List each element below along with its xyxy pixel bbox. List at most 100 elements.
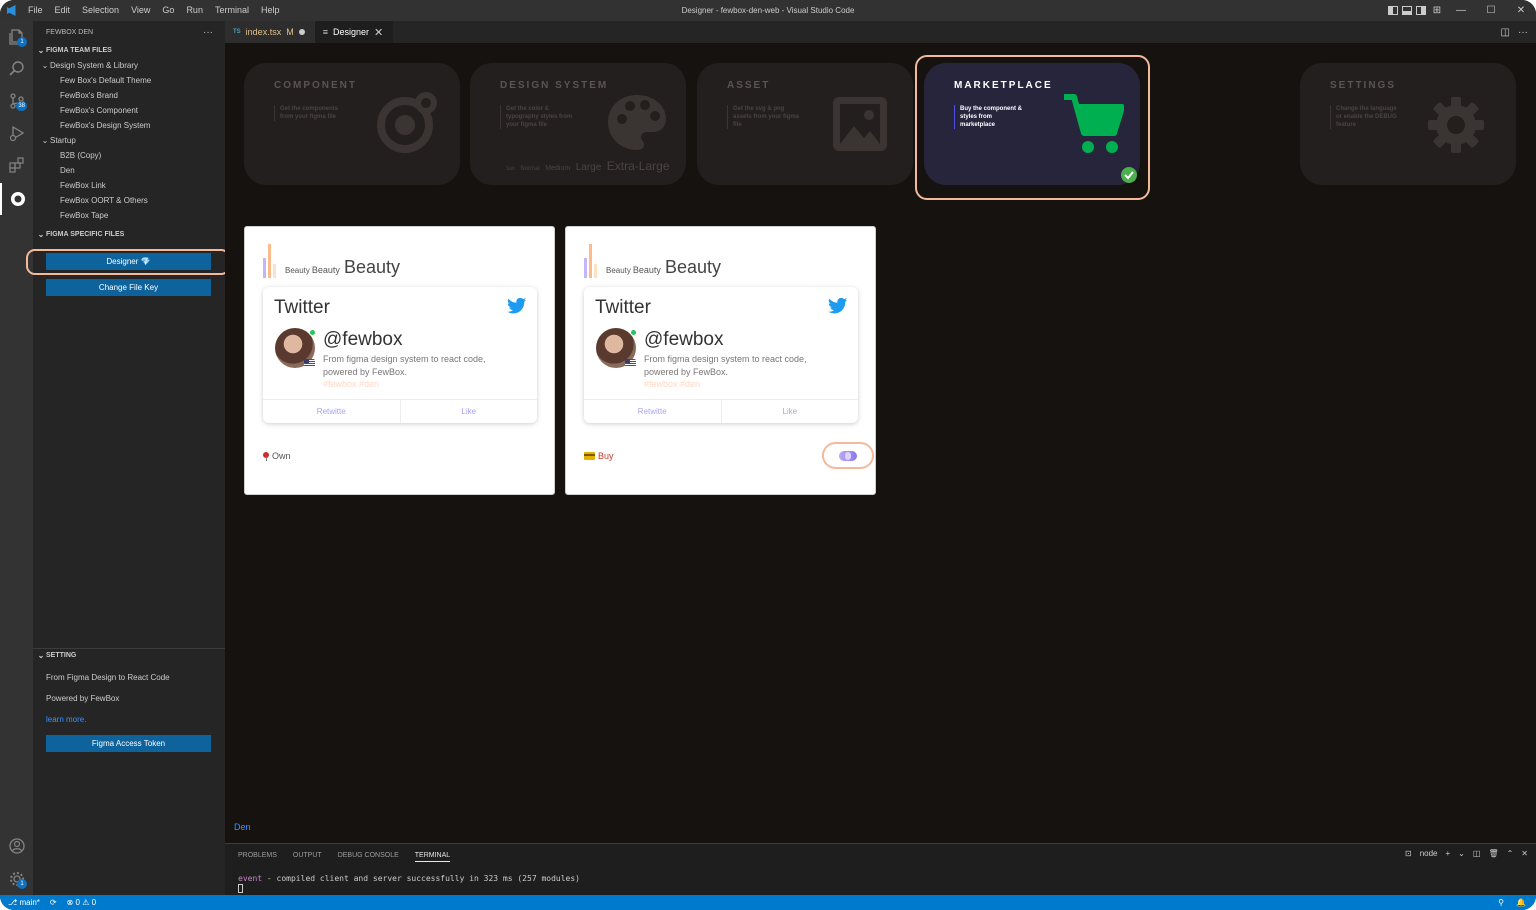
avatar — [275, 328, 316, 368]
marketplace-item-card[interactable]: Beauty Beauty Beauty Twitter @fewbox Fro… — [565, 226, 876, 495]
sidebar-title: FEWBOX DEN — [46, 28, 94, 36]
nav-card-design-system[interactable]: DESIGN SYSTEM Get the color & typography… — [470, 63, 686, 185]
new-terminal-icon[interactable]: + — [1446, 849, 1451, 858]
nav-card-component[interactable]: COMPONENT Get the components from your f… — [244, 63, 460, 185]
search-icon[interactable] — [0, 53, 33, 85]
menu-terminal[interactable]: Terminal — [209, 0, 255, 21]
setting-section-header[interactable]: ⌄ SETTING — [33, 648, 77, 663]
brand-medium-text: Beauty — [311, 265, 340, 275]
nav-card-settings[interactable]: SETTINGS Change the language or enable t… — [1300, 63, 1516, 185]
problems-status[interactable]: ⊗ 0 ⚠ 0 — [67, 898, 96, 907]
trash-icon[interactable]: 🗑 — [1488, 849, 1498, 858]
terminal-name[interactable]: node — [1420, 849, 1438, 858]
fewbox-icon[interactable] — [0, 183, 33, 215]
team-files-title: FIGMA TEAM FILES — [46, 47, 112, 54]
retweet-button[interactable]: Retwitte — [584, 400, 721, 423]
nav-card-description: Change the language or enable the DEBUG … — [1330, 105, 1404, 129]
specific-files-section-header[interactable]: ⌄ FIGMA SPECIFIC FILES — [33, 227, 225, 242]
run-debug-icon[interactable] — [0, 117, 33, 149]
more-actions-icon[interactable]: ··· — [1518, 27, 1528, 38]
tree-item[interactable]: FewBox Link — [33, 178, 225, 193]
team-files-section-header[interactable]: ⌄ FIGMA TEAM FILES — [33, 43, 225, 58]
buy-label[interactable]: Buy — [598, 451, 614, 461]
tree-group-label: Design System & Library — [50, 61, 139, 70]
sync-icon[interactable]: ⟳ — [50, 898, 57, 907]
marketplace-item-card[interactable]: Beauty Beauty Beauty Twitter @fewbox Fro… — [244, 226, 555, 495]
nav-card-marketplace[interactable]: MARKETPLACE Buy the component & styles f… — [924, 63, 1140, 185]
editor-tabs: TS index.tsx M ≡ Designer ✕ ◫ ··· — [225, 21, 1536, 43]
change-file-key-button[interactable]: Change File Key — [46, 279, 211, 296]
menu-run[interactable]: Run — [180, 0, 209, 21]
tree-group-design-system[interactable]: ⌄ Design System & Library — [33, 58, 225, 73]
split-terminal-icon[interactable]: ◫ — [1473, 849, 1481, 858]
tab-designer[interactable]: ≡ Designer ✕ — [314, 21, 394, 43]
branch-status[interactable]: ⎇ main* — [8, 898, 40, 907]
tree-group-startup[interactable]: ⌄ Startup — [33, 133, 225, 148]
split-editor-icon[interactable]: ◫ — [1501, 27, 1510, 38]
explorer-icon[interactable]: 1 — [0, 21, 33, 53]
chevron-down-icon[interactable]: ⌄ — [1458, 849, 1465, 858]
tab-problems[interactable]: PROBLEMS — [238, 852, 277, 862]
status-label: Own — [272, 451, 291, 461]
footer-den-link[interactable]: Den — [234, 822, 251, 832]
close-panel-icon[interactable]: ✕ — [1521, 849, 1528, 858]
menu-view[interactable]: View — [125, 0, 156, 21]
like-button[interactable]: Like — [720, 400, 859, 423]
terminal-cursor[interactable] — [238, 884, 243, 893]
close-tab-icon[interactable]: ✕ — [374, 26, 383, 39]
tab-debug-console[interactable]: DEBUG CONSOLE — [338, 852, 399, 862]
menu-file[interactable]: File — [22, 0, 49, 21]
tab-output[interactable]: OUTPUT — [293, 852, 322, 862]
menu-edit[interactable]: Edit — [49, 0, 77, 21]
tree-item[interactable]: FewBox's Design System — [33, 118, 225, 133]
menu-selection[interactable]: Selection — [76, 0, 125, 21]
accounts-badge: 1 — [17, 879, 27, 889]
toggle-panel-icon[interactable] — [1402, 6, 1412, 15]
item-status[interactable]: Buy — [584, 451, 614, 461]
brand-large-text: Beauty — [343, 257, 400, 277]
scale-medium: Medium — [545, 165, 571, 172]
us-flag-icon — [304, 359, 315, 367]
tree-item[interactable]: Few Box's Default Theme — [33, 73, 225, 88]
toggle-primary-sidebar-icon[interactable] — [1388, 6, 1398, 15]
tree-item[interactable]: B2B (Copy) — [33, 148, 225, 163]
twitter-card-title: Twitter — [274, 297, 330, 318]
tree-item[interactable]: FewBox OORT & Others — [33, 193, 225, 208]
like-button[interactable]: Like — [399, 400, 538, 423]
figma-access-token-button[interactable]: Figma Access Token — [46, 735, 211, 752]
maximize-panel-icon[interactable]: ⌃ — [1507, 849, 1514, 858]
notifications-bell-icon[interactable]: 🔔 — [1516, 898, 1526, 907]
tab-label: Designer — [332, 27, 369, 37]
nav-card-asset[interactable]: ASSET Get the svg & png assets from your… — [697, 63, 913, 185]
tab-terminal[interactable]: TERMINAL — [414, 852, 451, 862]
terminal-icon: ⊡ — [1405, 849, 1412, 858]
tree-item[interactable]: FewBox's Brand — [33, 88, 225, 103]
tree-item[interactable]: FewBox's Component — [33, 103, 225, 118]
nav-card-title: ASSET — [727, 80, 771, 91]
settings-gear-icon[interactable]: 1 — [0, 863, 33, 895]
minimize-button[interactable]: — — [1446, 0, 1476, 21]
more-actions-icon[interactable]: ··· — [203, 27, 213, 38]
purchase-toggle[interactable] — [839, 450, 857, 461]
retweet-button[interactable]: Retwitte — [263, 400, 400, 423]
toggle-secondary-sidebar-icon[interactable] — [1416, 6, 1426, 15]
extensions-icon[interactable] — [0, 149, 33, 181]
menu-help[interactable]: Help — [255, 0, 286, 21]
designer-button[interactable]: Designer 💎 — [46, 253, 211, 270]
online-status-dot — [309, 329, 316, 336]
tab-index-tsx[interactable]: TS index.tsx M — [225, 21, 315, 43]
brand-small-text: Beauty — [285, 266, 310, 275]
maximize-button[interactable]: ☐ — [1476, 0, 1506, 21]
tree-item[interactable]: FewBox Tape — [33, 208, 225, 223]
menu-go[interactable]: Go — [156, 0, 180, 21]
vscode-logo-icon — [0, 0, 22, 21]
close-window-button[interactable]: ✕ — [1506, 0, 1536, 21]
source-control-badge: 38 — [16, 101, 27, 111]
live-share-icon[interactable]: ⚲ — [1498, 898, 1504, 907]
source-control-icon[interactable]: 38 — [0, 85, 33, 117]
tree-item[interactable]: Den — [33, 163, 225, 178]
customize-layout-icon[interactable]: ⊞ — [1428, 0, 1446, 21]
learn-more-link[interactable]: learn more. — [46, 715, 86, 724]
unsaved-dot-icon[interactable] — [298, 29, 305, 35]
account-icon[interactable] — [0, 830, 33, 862]
